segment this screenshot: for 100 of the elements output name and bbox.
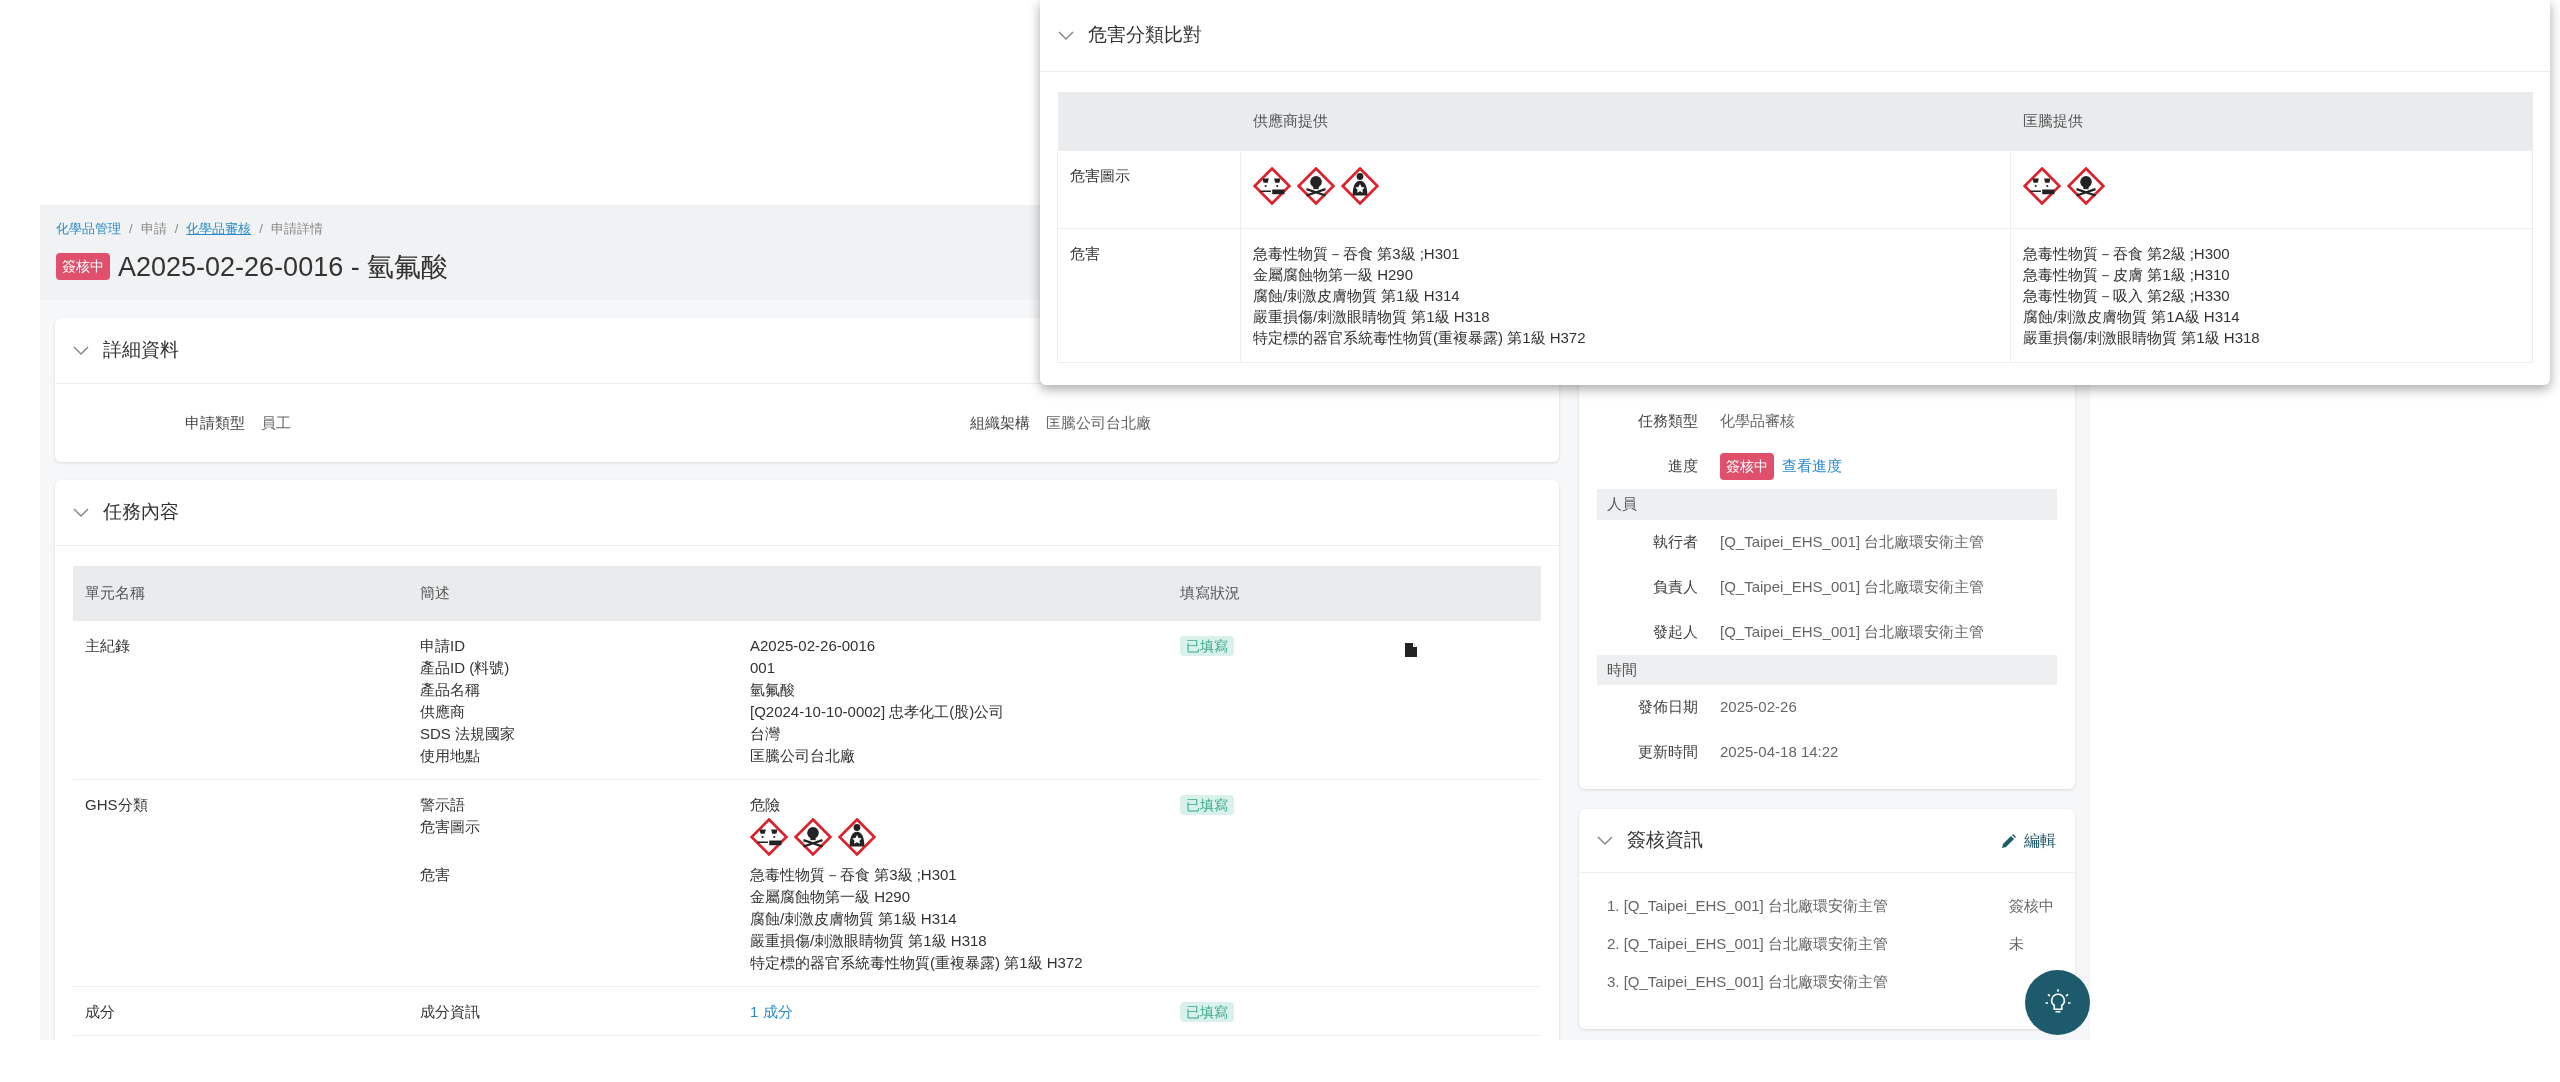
table-cell: 主紀錄	[73, 621, 408, 780]
hazard-statement: 腐蝕/刺激皮膚物質 第1級 H314	[750, 909, 958, 929]
field-label: 產品ID (料號)	[420, 658, 511, 678]
column-header: 簡述	[408, 566, 1168, 621]
section-header: 時間	[1597, 654, 2057, 685]
breadcrumb-separator: /	[129, 220, 133, 238]
pencil-icon	[2002, 833, 2016, 848]
hazard-statement: 急毒性物質－吞食 第2級 ;H300	[2023, 243, 2231, 264]
chevron-down-icon[interactable]	[1597, 835, 1613, 846]
status-badge: 已填寫	[1180, 636, 1234, 656]
edit-button[interactable]: 編輯	[2001, 827, 2057, 854]
approver-entry: 3. [Q_Taipei_EHS_001] 台北廠環安衛主管	[1607, 971, 1889, 992]
status-badge: 簽核中	[1720, 453, 1774, 480]
hazard-statement: 特定標的器官系統毒性物質(重複暴露) 第1級 H372	[750, 953, 1084, 973]
card-title: 危害分類比對	[1088, 23, 1202, 48]
hazard-statement: 急毒性物質－吞食 第3級 ;H301	[750, 865, 958, 885]
hazard-statement: 急毒性物質－吸入 第2級 ;H330	[2023, 285, 2231, 306]
breadcrumb-link[interactable]: 化學品審核	[186, 219, 252, 239]
hazard-statement: 嚴重損傷/刺激眼睛物質 第1級 H318	[2023, 327, 2261, 348]
chevron-down-icon[interactable]	[1058, 30, 1074, 41]
field-label: 任務類型	[1637, 411, 1698, 432]
field-value: 2025-02-26	[1720, 697, 1797, 718]
field-value: 001	[750, 659, 776, 676]
column-header: 供應商提供	[1240, 92, 2011, 150]
skull-crossbones-icon	[1297, 166, 1335, 205]
health-hazard-icon	[838, 818, 876, 856]
corrosion-icon	[2023, 166, 2061, 205]
page-title: A2025-02-26-0016 - 氫氟酸	[118, 250, 449, 284]
corrosion-icon	[1253, 166, 1291, 205]
hazard-statement: 特定標的器官系統毒性物質(重複暴露) 第1級 H372	[1253, 327, 1587, 348]
card-title: 詳細資料	[103, 338, 179, 363]
field-label: SDS 法規國家	[420, 724, 516, 744]
field-value: [Q_Taipei_EHS_001] 台北廠環安衛主管	[1720, 576, 1985, 597]
breadcrumb-separator: /	[259, 220, 263, 238]
field-label: 執行者	[1652, 531, 1698, 552]
status-badge: 已填寫	[1180, 795, 1234, 815]
breadcrumb-link[interactable]: 化學品管理	[56, 219, 121, 239]
field-value: 氫氟酸	[750, 681, 795, 698]
field-label: 申請類型	[184, 412, 245, 433]
field-label: 發起人	[1652, 621, 1698, 642]
field-label: 產品名稱	[420, 680, 481, 700]
field-value: 匡騰公司台北廠	[750, 747, 855, 764]
hazard-statement: 急毒性物質－吞食 第3級 ;H301	[1253, 243, 1461, 264]
file-icon[interactable]	[1405, 643, 1417, 658]
breadcrumb-separator: /	[174, 220, 179, 238]
corrosion-icon	[750, 818, 788, 856]
ingredient-link[interactable]: 1 成分	[750, 1003, 793, 1020]
card-title: 任務內容	[103, 500, 179, 525]
field-value: 2025-04-18 14:22	[1720, 742, 1839, 763]
approval-status: 未	[2009, 933, 2025, 954]
field-label: 更新時間	[1637, 742, 1698, 763]
field-label: 供應商	[420, 702, 466, 722]
approval-status: 簽核中	[2009, 895, 2055, 916]
hazard-statement: 急毒性物質－皮膚 第1級 ;H310	[2023, 264, 2231, 285]
breadcrumb-item: 申請詳情	[270, 220, 323, 238]
table-cell: GHS分類	[73, 779, 408, 987]
approver-entry: 2. [Q_Taipei_EHS_001] 台北廠環安衛主管	[1607, 933, 1889, 954]
column-header: 匡騰提供	[2010, 92, 2533, 150]
column-header: 填寫狀況	[1168, 566, 1393, 621]
chevron-down-icon[interactable]	[73, 345, 89, 356]
field-label: 警示語	[420, 795, 466, 815]
health-hazard-icon	[1341, 166, 1379, 205]
status-badge: 簽核中	[56, 253, 110, 281]
field-label: 使用地點	[420, 746, 481, 766]
approver-entry: 1. [Q_Taipei_EHS_001] 台北廠環安衛主管	[1607, 895, 1889, 916]
field-value: 匡騰公司台北廠	[1046, 412, 1151, 433]
chevron-down-icon[interactable]	[73, 507, 89, 518]
field-value: 危險	[750, 796, 780, 813]
progress-link[interactable]: 查看進度	[1782, 455, 1842, 478]
field-label: 組織架構	[969, 412, 1030, 433]
hazard-statement: 金屬腐蝕物第一級 H290	[1253, 264, 1415, 285]
skull-crossbones-icon	[794, 818, 832, 856]
field-value: [Q_Taipei_EHS_001] 台北廠環安衛主管	[1720, 531, 1985, 552]
row-label: 危害圖示	[1057, 150, 1241, 228]
breadcrumb-item: 申請	[140, 220, 167, 238]
field-value: A2025-02-26-0016	[750, 637, 876, 654]
row-label: 危害	[1057, 228, 1241, 362]
field-label: 成分資訊	[420, 1002, 481, 1022]
hazard-statement: 腐蝕/刺激皮膚物質 第1A級 H314	[2023, 306, 2241, 327]
hazard-statement: 腐蝕/刺激皮膚物質 第1級 H314	[1253, 285, 1461, 306]
card-title: 簽核資訊	[1627, 828, 1704, 853]
hazard-statement: 金屬腐蝕物第一級 H290	[750, 887, 912, 907]
field-label: 負責人	[1652, 576, 1698, 597]
field-value: 化學品審核	[1720, 411, 1795, 432]
section-header: 人員	[1597, 489, 2057, 520]
field-value: [Q_Taipei_EHS_001] 台北廠環安衛主管	[1720, 621, 1985, 642]
table-cell: 成分	[73, 986, 408, 1036]
column-header: 單元名稱	[73, 566, 408, 621]
field-value: [Q2024-10-10-0002] 忠孝化工(股)公司	[750, 703, 1005, 720]
status-badge: 已填寫	[1180, 1002, 1234, 1022]
skull-crossbones-icon	[2067, 166, 2105, 205]
field-label: 申請ID	[420, 636, 466, 656]
hazard-statement: 嚴重損傷/刺激眼睛物質 第1級 H318	[1253, 306, 1491, 327]
field-label: 危害圖示	[420, 817, 481, 837]
field-label: 進度	[1667, 456, 1698, 477]
field-label: 危害	[420, 865, 451, 885]
field-value: 台灣	[750, 725, 780, 742]
hazard-statement: 嚴重損傷/刺激眼睛物質 第1級 H318	[750, 931, 988, 951]
field-value: 員工	[261, 412, 291, 433]
field-label: 發佈日期	[1637, 697, 1698, 718]
